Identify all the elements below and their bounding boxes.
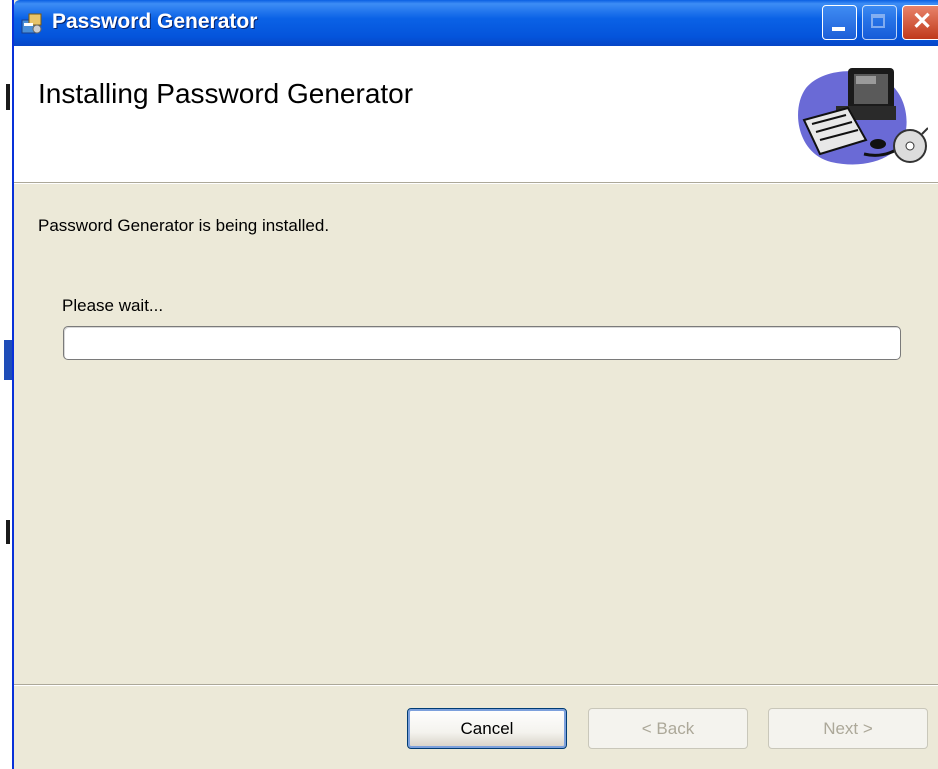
desktop-edge-mark	[4, 340, 12, 380]
computer-cd-clipart-icon	[798, 68, 928, 165]
install-progress-bar	[63, 326, 901, 360]
desktop-edge-mark	[6, 84, 10, 110]
close-icon: ✕	[911, 8, 933, 35]
installer-app-icon	[21, 13, 42, 34]
cancel-button[interactable]: Cancel	[407, 708, 567, 749]
footer-divider	[14, 684, 938, 686]
minimize-button[interactable]	[822, 5, 857, 40]
page-title: Installing Password Generator	[38, 78, 414, 109]
title-bar[interactable]: Password Generator ✕	[14, 0, 938, 46]
desktop-background	[0, 0, 12, 769]
install-status-text: Password Generator is being installed.	[38, 216, 330, 235]
next-button[interactable]: Next >	[768, 708, 928, 749]
header-banner: Installing Password Generator	[14, 46, 938, 184]
maximize-button[interactable]	[862, 5, 897, 40]
close-button[interactable]: ✕	[902, 5, 938, 40]
back-button[interactable]: < Back	[588, 708, 748, 749]
desktop-edge-mark	[6, 520, 10, 544]
installer-window: Password Generator ✕ Installing Password…	[12, 0, 938, 769]
wait-label: Please wait...	[62, 296, 164, 315]
window-title: Password Generator	[52, 10, 258, 33]
